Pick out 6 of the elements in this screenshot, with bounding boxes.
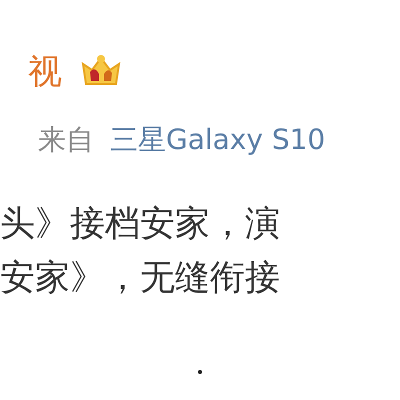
dot-mark: [198, 370, 202, 374]
source-label: 来自: [38, 126, 94, 154]
post-text-line: 头》接档安家，演: [0, 204, 281, 244]
author-name[interactable]: 视: [28, 55, 62, 89]
post-text-line: 安家》，无缝衔接: [0, 258, 281, 298]
device-link[interactable]: 三星Galaxy S10: [110, 126, 326, 154]
